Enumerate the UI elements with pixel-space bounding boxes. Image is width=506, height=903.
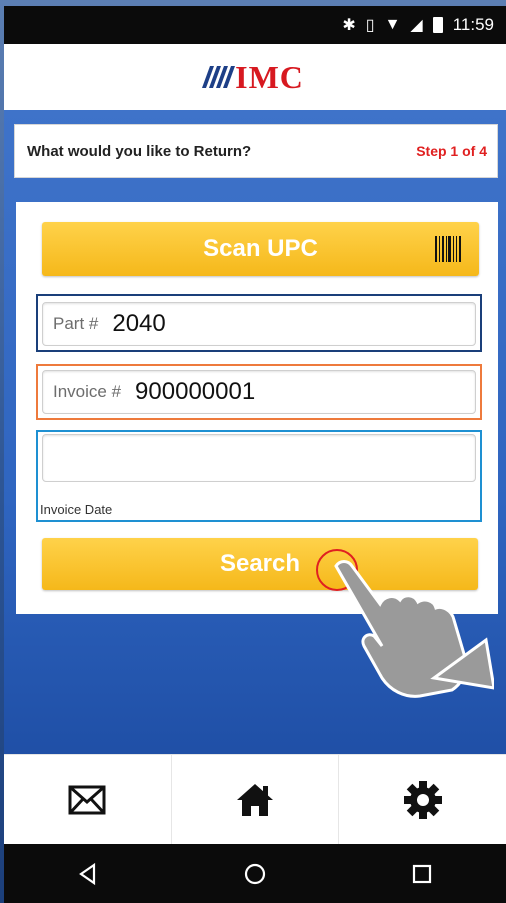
step-header-card: What would you like to Return? Step 1 of… (14, 124, 498, 178)
part-number-label: Part # (53, 314, 99, 333)
invoice-number-label: Invoice # (53, 382, 122, 401)
invoice-number-value: 900000001 (135, 378, 256, 405)
invoice-date-field[interactable] (42, 434, 476, 482)
bluetooth-icon: ✱ (342, 17, 356, 34)
back-icon[interactable] (76, 862, 100, 886)
wifi-icon: ▼ (384, 16, 401, 33)
recents-icon[interactable] (410, 862, 434, 886)
part-number-field[interactable]: Part # 2040 (42, 302, 476, 346)
scan-upc-button[interactable]: Scan UPC (42, 222, 479, 276)
scan-upc-label: Scan UPC (203, 235, 318, 262)
search-label: Search (219, 550, 301, 577)
nav-mail[interactable] (4, 755, 172, 844)
vibrate-icon: ▯ (365, 17, 375, 34)
signal-icon: ◢ (410, 17, 423, 34)
pointing-hand-icon (334, 560, 494, 698)
logo-stripes-icon (202, 66, 236, 88)
return-form: Scan UPC Part # 2040 Invoice # 900000001… (16, 202, 498, 614)
nav-settings[interactable] (339, 755, 506, 844)
home-icon (237, 783, 273, 816)
logo-text: IMC (235, 58, 304, 95)
system-nav-bar (4, 844, 506, 903)
part-number-value: 2040 (112, 310, 166, 337)
status-bar: ✱ ▯ ▼ ◢ 11:59 (4, 6, 506, 44)
gear-icon (403, 780, 442, 819)
battery-icon (432, 17, 443, 33)
invoice-number-field[interactable]: Invoice # 900000001 (42, 370, 476, 414)
bottom-nav (4, 754, 506, 844)
home-circle-icon[interactable] (243, 862, 267, 886)
mail-icon (68, 785, 106, 814)
imc-logo: IMC (202, 58, 304, 96)
step-title: What would you like to Return? (27, 142, 252, 160)
invoice-date-label: Invoice Date (40, 502, 113, 517)
barcode-icon (435, 236, 461, 262)
nav-home[interactable] (172, 755, 340, 844)
status-time: 11:59 (452, 15, 494, 34)
phone-screen: ✱ ▯ ▼ ◢ 11:59 IMC What would you like to… (4, 6, 506, 903)
step-counter: Step 1 of 4 (416, 143, 487, 159)
app-header: IMC (4, 44, 506, 110)
